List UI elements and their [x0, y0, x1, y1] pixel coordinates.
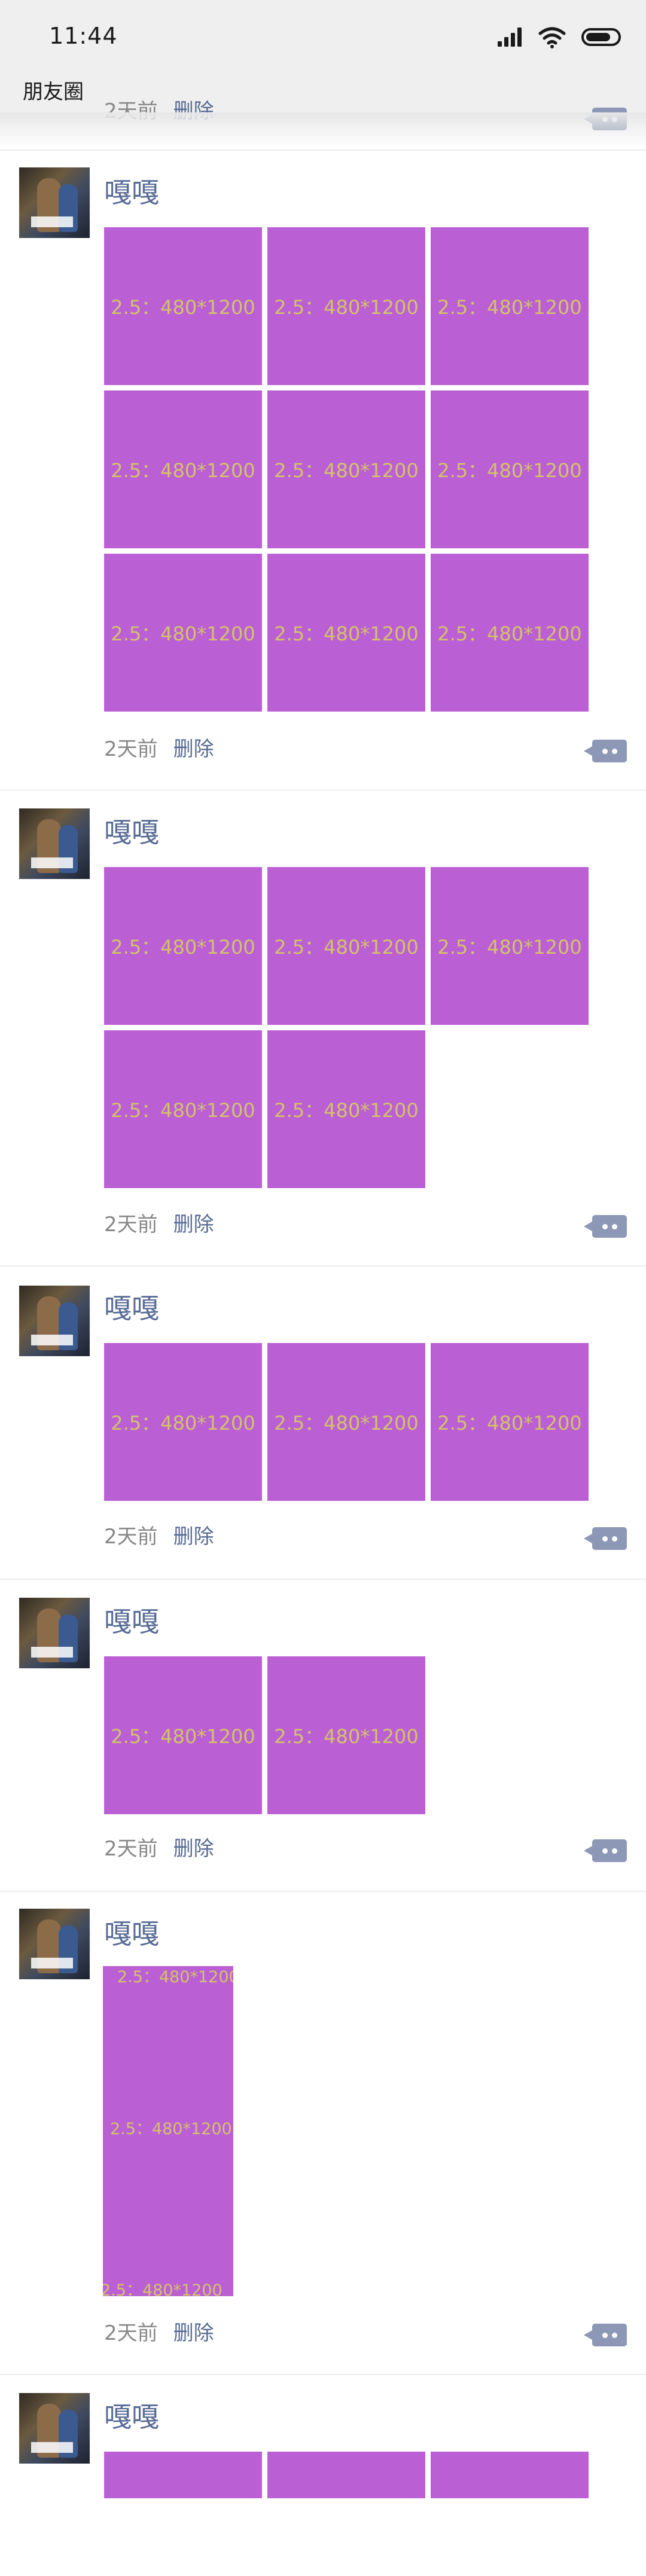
moment-post: 嘎嘎 2.5：480*1200 2.5：480*1200 2.5：480*120… — [0, 1891, 646, 2374]
author-name[interactable]: 嘎嘎 — [104, 1287, 159, 1326]
image-thumbnail[interactable] — [431, 2452, 589, 2498]
delete-link[interactable]: 删除 — [173, 2321, 214, 2345]
comment-icon[interactable] — [584, 1839, 627, 1862]
delete-link[interactable]: 删除 — [173, 1213, 214, 1237]
image-thumbnail[interactable]: 2.5：480*1200 — [104, 390, 262, 548]
post-time: 2天前 — [104, 1837, 158, 1861]
image-label: 2.5：480*1200 — [103, 2281, 223, 2296]
author-name[interactable]: 嘎嘎 — [104, 1600, 159, 1640]
image-thumbnail[interactable]: 2.5：480*1200 — [104, 1656, 262, 1814]
image-label: 2.5：480*1200 — [117, 1968, 233, 1986]
avatar[interactable] — [19, 1909, 90, 1979]
moment-post: 嘎嘎 2.5：480*1200 2.5：480*1200 2天前 删除 — [0, 1579, 646, 1891]
image-thumbnail[interactable]: 2.5：480*1200 — [267, 554, 425, 712]
avatar[interactable] — [19, 2393, 90, 2464]
page-title: 朋友圈 — [23, 80, 84, 104]
signal-icon — [498, 28, 523, 47]
post-meta: 2天前 删除 — [104, 1208, 214, 1237]
image-thumbnail[interactable] — [104, 2452, 262, 2498]
divider — [0, 1891, 646, 1892]
image-single[interactable]: 2.5：480*1200 2.5：480*1200 2.5：480*1200 — [103, 1966, 233, 2296]
divider — [0, 1579, 646, 1580]
author-name[interactable]: 嘎嘎 — [104, 811, 159, 850]
divider — [0, 149, 646, 151]
delete-link[interactable]: 删除 — [173, 1525, 214, 1549]
image-thumbnail[interactable]: 2.5：480*1200 — [104, 867, 262, 1025]
delete-link[interactable]: 删除 — [173, 737, 214, 761]
image-thumbnail[interactable] — [267, 2452, 425, 2498]
comment-icon[interactable] — [584, 740, 627, 762]
status-icons — [498, 24, 621, 50]
post-meta: 2天前 删除 — [104, 1832, 214, 1861]
image-thumbnail[interactable]: 2.5：480*1200 — [431, 554, 589, 712]
author-name[interactable]: 嘎嘎 — [104, 171, 159, 210]
status-bar: 11:44 — [0, 0, 646, 72]
header-shadow — [0, 112, 646, 148]
author-name[interactable]: 嘎嘎 — [104, 1912, 159, 1952]
image-thumbnail[interactable]: 2.5：480*1200 — [431, 867, 589, 1025]
status-time: 11:44 — [49, 23, 118, 49]
divider — [0, 2374, 646, 2375]
image-thumbnail[interactable]: 2.5：480*1200 — [431, 1343, 589, 1501]
image-thumbnail[interactable]: 2.5：480*1200 — [431, 390, 589, 548]
image-thumbnail[interactable]: 2.5：480*1200 — [267, 1656, 425, 1814]
image-thumbnail[interactable]: 2.5：480*1200 — [431, 227, 589, 385]
divider — [0, 1265, 646, 1266]
comment-icon[interactable] — [584, 1215, 627, 1238]
author-name[interactable]: 嘎嘎 — [104, 2395, 159, 2435]
image-thumbnail[interactable]: 2.5：480*1200 — [267, 1030, 425, 1188]
divider — [0, 789, 646, 790]
moment-post: 嘎嘎 — [0, 2374, 646, 2576]
image-thumbnail[interactable]: 2.5：480*1200 — [267, 867, 425, 1025]
post-time: 2天前 — [104, 1525, 158, 1549]
moment-post: 嘎嘎 2.5：480*1200 2.5：480*1200 2.5：480*120… — [0, 149, 646, 789]
moment-post: 嘎嘎 2.5：480*1200 2.5：480*1200 2.5：480*120… — [0, 1265, 646, 1579]
image-thumbnail[interactable]: 2.5：480*1200 — [104, 1030, 262, 1188]
avatar[interactable] — [19, 167, 90, 238]
avatar[interactable] — [19, 1286, 90, 1356]
post-meta: 2天前 删除 — [104, 1520, 214, 1549]
nav-bar: 朋友圈 — [0, 72, 646, 112]
image-label: 2.5：480*1200 — [110, 2120, 232, 2138]
image-thumbnail[interactable]: 2.5：480*1200 — [104, 554, 262, 712]
image-thumbnail[interactable]: 2.5：480*1200 — [267, 390, 425, 548]
wifi-icon — [538, 27, 566, 48]
post-time: 2天前 — [104, 1213, 158, 1237]
post-time: 2天前 — [104, 2321, 158, 2345]
image-thumbnail[interactable]: 2.5：480*1200 — [104, 1343, 262, 1501]
image-thumbnail[interactable]: 2.5：480*1200 — [267, 227, 425, 385]
avatar[interactable] — [19, 1598, 90, 1668]
post-meta: 2天前 删除 — [104, 732, 214, 762]
delete-link[interactable]: 删除 — [173, 1837, 214, 1861]
post-meta: 2天前 删除 — [104, 2316, 214, 2346]
comment-icon[interactable] — [584, 2324, 627, 2346]
battery-icon — [581, 28, 621, 46]
image-thumbnail[interactable]: 2.5：480*1200 — [267, 1343, 425, 1501]
post-time: 2天前 — [104, 737, 158, 761]
image-thumbnail[interactable]: 2.5：480*1200 — [104, 227, 262, 385]
avatar[interactable] — [19, 808, 90, 879]
comment-icon[interactable] — [584, 1527, 627, 1550]
moment-post: 嘎嘎 2.5：480*1200 2.5：480*1200 2.5：480*120… — [0, 789, 646, 1265]
